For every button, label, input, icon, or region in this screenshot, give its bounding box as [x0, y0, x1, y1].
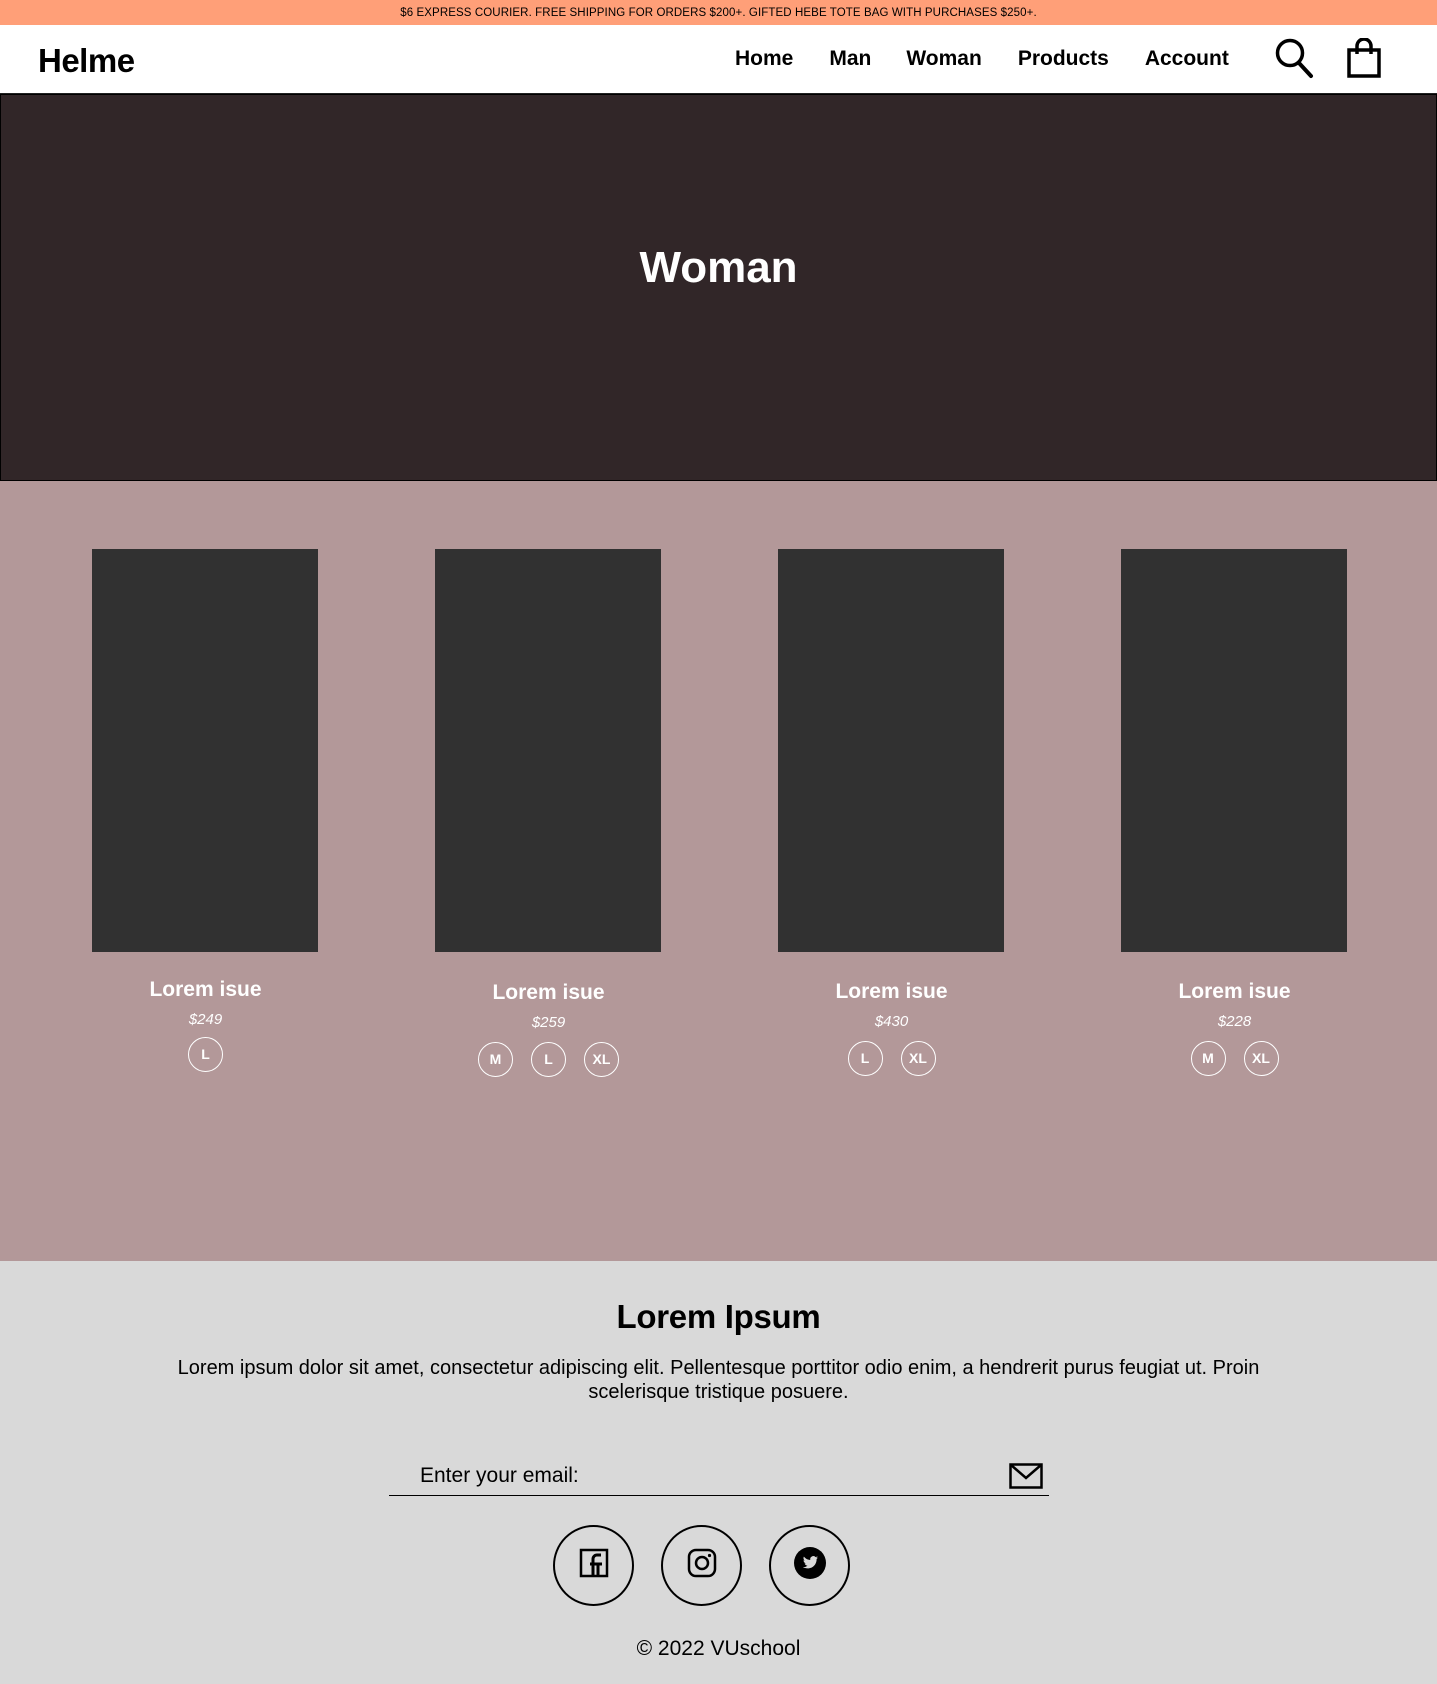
- page-title: Woman: [639, 242, 798, 292]
- main-nav: Home Man Woman Products Account: [735, 47, 1265, 71]
- facebook-icon: [579, 1548, 609, 1583]
- site-footer: Lorem Ipsum Lorem ipsum dolor sit amet, …: [0, 1261, 1437, 1684]
- size-option[interactable]: XL: [1243, 1041, 1279, 1076]
- nav-man[interactable]: Man: [829, 47, 871, 71]
- size-option[interactable]: L: [531, 1042, 566, 1077]
- facebook-link[interactable]: [553, 1525, 634, 1606]
- size-option[interactable]: L: [847, 1041, 883, 1076]
- product-card[interactable]: Lorem isue $259 M L XL: [435, 549, 662, 1077]
- instagram-link[interactable]: [661, 1525, 742, 1606]
- product-card[interactable]: Lorem isue $249 L: [92, 549, 319, 1072]
- product-card[interactable]: Lorem isue $228 M XL: [1121, 549, 1348, 1076]
- size-options: L XL: [778, 1041, 1005, 1076]
- email-input[interactable]: [418, 1459, 1020, 1493]
- social-links: [553, 1525, 850, 1606]
- product-image[interactable]: [1121, 549, 1347, 952]
- size-option[interactable]: M: [478, 1042, 513, 1077]
- product-price: $259: [531, 1014, 566, 1031]
- logo[interactable]: Helme: [38, 42, 135, 80]
- size-options: M L XL: [435, 1042, 662, 1077]
- shopping-bag-icon[interactable]: [1346, 37, 1382, 83]
- product-price: $228: [1217, 1013, 1252, 1030]
- site-header: Helme Home Man Woman Products Account: [0, 25, 1437, 94]
- twitter-icon: [793, 1546, 827, 1585]
- size-option[interactable]: XL: [900, 1041, 936, 1076]
- product-name[interactable]: Lorem isue: [435, 981, 662, 1005]
- twitter-link[interactable]: [769, 1525, 850, 1606]
- instagram-icon: [687, 1548, 717, 1583]
- search-icon[interactable]: [1274, 37, 1314, 84]
- size-options: L: [92, 1037, 319, 1072]
- announcement-bar: $6 EXPRESS COURIER. FREE SHIPPING FOR OR…: [0, 0, 1437, 25]
- nav-woman[interactable]: Woman: [906, 47, 981, 71]
- size-option[interactable]: M: [1190, 1041, 1226, 1076]
- hero-banner: Woman: [0, 94, 1437, 481]
- product-card[interactable]: Lorem isue $430 L XL: [778, 549, 1005, 1076]
- product-price: $249: [188, 1011, 223, 1028]
- nav-products[interactable]: Products: [1018, 47, 1109, 71]
- footer-description: Lorem ipsum dolor sit amet, consectetur …: [177, 1357, 1260, 1403]
- announcement-text: $6 EXPRESS COURIER. FREE SHIPPING FOR OR…: [400, 7, 1037, 19]
- product-name[interactable]: Lorem isue: [778, 980, 1005, 1004]
- product-image[interactable]: [435, 549, 661, 952]
- size-option[interactable]: L: [188, 1037, 223, 1072]
- product-image[interactable]: [92, 549, 318, 952]
- product-image[interactable]: [778, 549, 1004, 952]
- size-options: M XL: [1121, 1041, 1348, 1076]
- copyright: © 2022 VUschool: [636, 1637, 801, 1660]
- newsletter-form: [389, 1459, 1049, 1496]
- size-option[interactable]: XL: [584, 1042, 619, 1077]
- footer-title: Lorem Ipsum: [616, 1298, 821, 1335]
- product-grid: Lorem isue $249 L Lorem isue $259 M L XL…: [0, 481, 1437, 1261]
- mail-icon[interactable]: [1009, 1463, 1043, 1494]
- product-name[interactable]: Lorem isue: [92, 978, 319, 1002]
- product-name[interactable]: Lorem isue: [1121, 980, 1348, 1004]
- nav-home[interactable]: Home: [735, 47, 793, 71]
- nav-account[interactable]: Account: [1145, 47, 1229, 71]
- product-price: $430: [874, 1013, 909, 1030]
